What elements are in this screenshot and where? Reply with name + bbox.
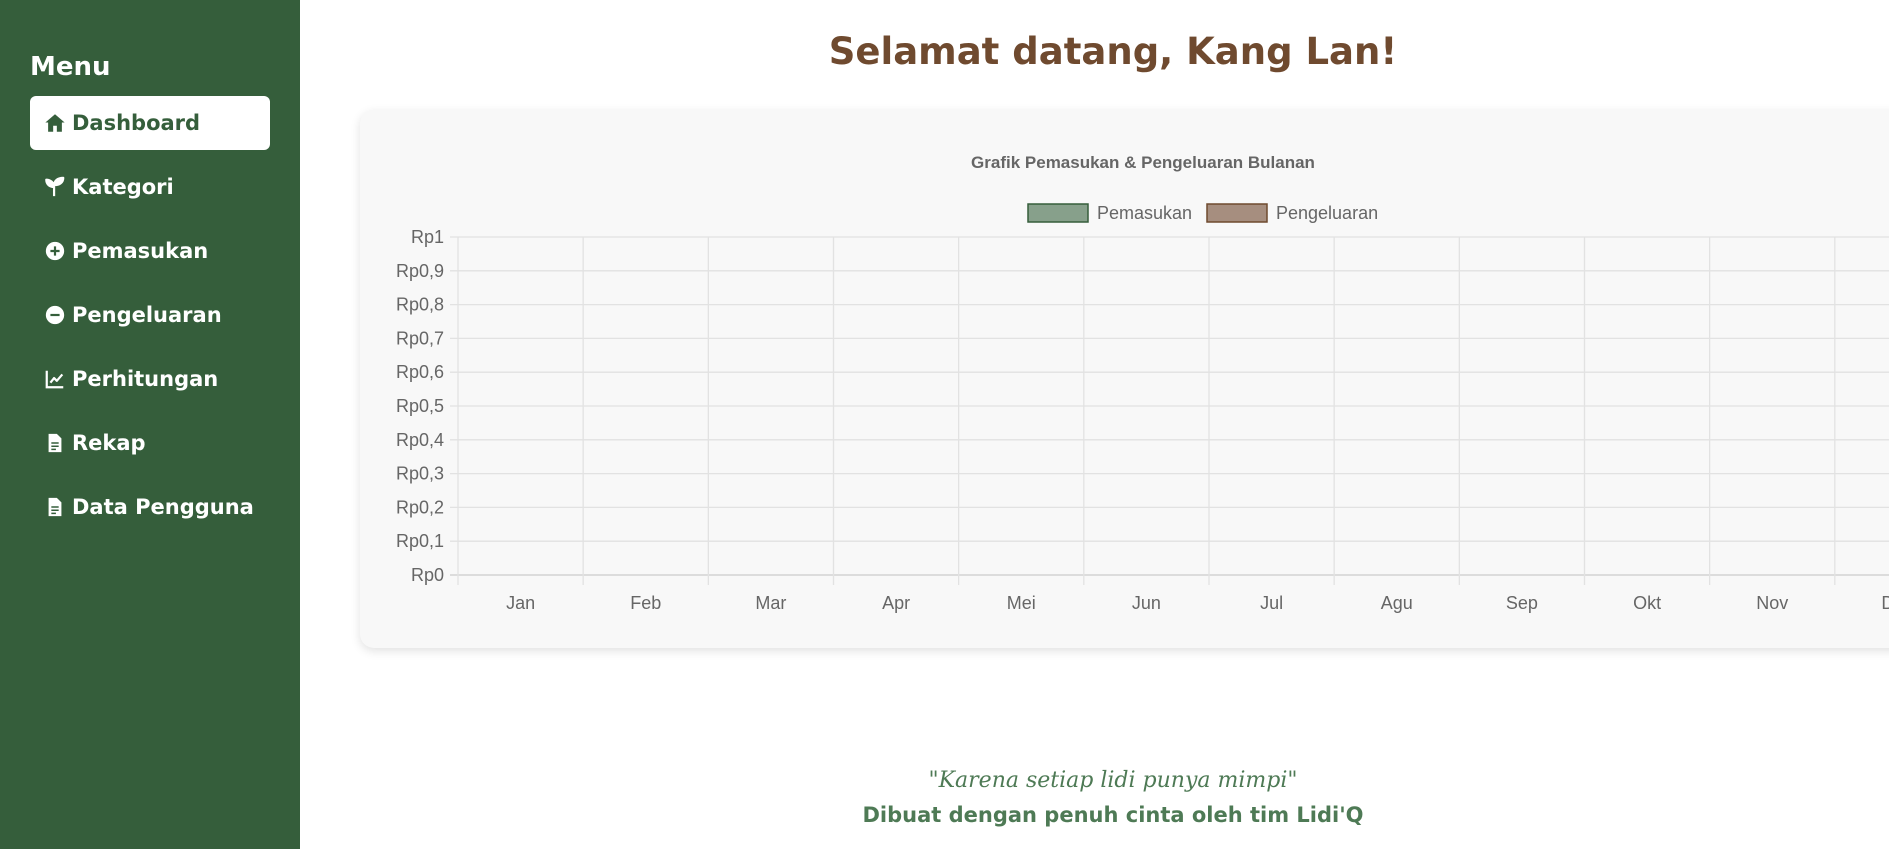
sidebar-item-perhitungan[interactable]: Perhitungan <box>30 352 270 406</box>
y-tick-label: Rp1 <box>411 227 444 247</box>
y-tick-label: Rp0,6 <box>396 362 444 382</box>
sidebar-nav: Dashboard Kategori Pemasukan Pengeluaran… <box>0 96 300 534</box>
chart-legend[interactable]: Pemasukan Pengeluaran <box>1027 203 1378 223</box>
x-tick-label: Sep <box>1506 593 1538 613</box>
sidebar-item-label: Dashboard <box>72 111 201 135</box>
x-tick-label: Mei <box>1007 593 1036 613</box>
y-axis-ticks: Rp0 Rp0,1 Rp0,2 Rp0,3 Rp0,4 Rp0,5 Rp0,6 Rp0,7 Rp… <box>396 227 444 585</box>
home-icon <box>44 112 66 134</box>
chart-grid <box>450 236 1889 585</box>
document-icon <box>44 432 66 454</box>
sidebar-item-label: Data Pengguna <box>72 495 254 519</box>
x-tick-label: Nov <box>1756 593 1788 613</box>
y-tick-label: Rp0,8 <box>396 295 444 315</box>
line-chart-icon <box>44 368 66 390</box>
legend-swatch-pengeluaran <box>1206 203 1268 223</box>
sidebar-item-pemasukan[interactable]: Pemasukan <box>30 224 270 278</box>
sidebar-item-rekap[interactable]: Rekap <box>30 416 270 470</box>
sidebar-item-data-pengguna[interactable]: Data Pengguna <box>30 480 270 534</box>
sidebar-item-dashboard[interactable]: Dashboard <box>30 96 270 150</box>
monthly-chart: Grafik Pemasukan & Pengeluaran Bulanan P… <box>396 153 1889 613</box>
footer-credit: Dibuat dengan penuh cinta oleh tim Lidi'… <box>862 803 1364 827</box>
x-tick-label: Agu <box>1381 593 1413 613</box>
minus-circle-icon <box>44 304 66 326</box>
sidebar-item-label: Kategori <box>72 175 174 199</box>
y-tick-label: Rp0 <box>411 565 444 585</box>
x-tick-label: Jan <box>506 593 535 613</box>
menu-title: Menu <box>30 52 111 82</box>
chart-card: Grafik Pemasukan & Pengeluaran Bulanan P… <box>360 110 1889 648</box>
legend-label-pemasukan: Pemasukan <box>1097 203 1192 223</box>
legend-label-pengeluaran: Pengeluaran <box>1276 203 1378 223</box>
document-icon <box>44 496 66 518</box>
sidebar-item-kategori[interactable]: Kategori <box>30 160 270 214</box>
welcome-heading: Selamat datang, Kang Lan! <box>828 30 1398 73</box>
y-tick-label: Rp0,9 <box>396 261 444 281</box>
y-tick-label: Rp0,3 <box>396 464 444 484</box>
sidebar-item-label: Pemasukan <box>72 239 209 263</box>
sidebar-item-label: Perhitungan <box>72 367 219 391</box>
x-tick-label: Jun <box>1132 593 1161 613</box>
sidebar: Menu Dashboard Kategori Pemasukan Pengel… <box>0 0 300 849</box>
y-tick-label: Rp0,2 <box>396 497 444 517</box>
y-tick-label: Rp0,5 <box>396 396 444 416</box>
x-tick-label: Jul <box>1260 593 1283 613</box>
main-content: Selamat datang, Kang Lan! Grafik Pemasuk… <box>300 0 1889 849</box>
legend-swatch-pemasukan <box>1027 203 1089 223</box>
x-tick-label: Feb <box>630 593 661 613</box>
legend-item-pengeluaran[interactable]: Pengeluaran <box>1206 203 1378 223</box>
sidebar-item-label: Pengeluaran <box>72 303 222 327</box>
plus-circle-icon <box>44 240 66 262</box>
x-tick-label: Okt <box>1633 593 1661 613</box>
sidebar-item-pengeluaran[interactable]: Pengeluaran <box>30 288 270 342</box>
y-tick-label: Rp0,1 <box>396 531 444 551</box>
sidebar-item-label: Rekap <box>72 431 146 455</box>
x-tick-label: Mar <box>755 593 786 613</box>
y-tick-label: Rp0,4 <box>396 430 444 450</box>
footer-quote: "Karena setiap lidi punya mimpi" <box>928 768 1298 793</box>
sprout-icon <box>44 176 66 198</box>
y-tick-label: Rp0,7 <box>396 328 444 348</box>
footer: "Karena setiap lidi punya mimpi" Dibuat … <box>300 768 1889 827</box>
chart-title: Grafik Pemasukan & Pengeluaran Bulanan <box>971 153 1315 172</box>
x-tick-label: Des <box>1881 593 1889 613</box>
x-tick-label: Apr <box>882 593 910 613</box>
x-axis-ticks: Jan Feb Mar Apr Mei Jun Jul Agu Sep Okt Nov Des <box>506 593 1889 613</box>
legend-item-pemasukan[interactable]: Pemasukan <box>1027 203 1192 223</box>
